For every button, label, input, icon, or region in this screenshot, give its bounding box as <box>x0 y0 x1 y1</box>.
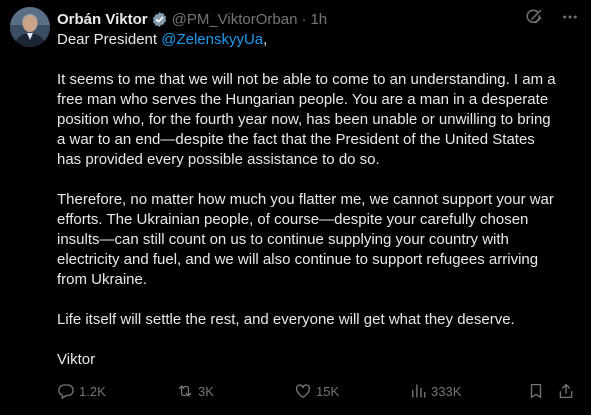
repost-button[interactable]: 3K <box>176 379 214 403</box>
like-count: 15K <box>316 383 340 399</box>
views-button[interactable]: 333K <box>409 379 461 403</box>
tweet-signature: Viktor <box>57 351 96 368</box>
like-button[interactable]: 15K <box>294 379 339 403</box>
greeting-line: Dear President @ZelenskyyUa, <box>57 30 577 50</box>
author-handle[interactable]: @PM_ViktorOrban <box>172 11 298 28</box>
greeting-prefix: Dear President <box>57 31 162 48</box>
tweet-paragraph: Life itself will settle the rest, and ev… <box>57 311 515 328</box>
tweet-header: Orbán Viktor @PM_ViktorOrban · 1h <box>57 9 327 29</box>
greeting-suffix: , <box>263 31 268 48</box>
tweet-paragraph: It seems to me that we will not be able … <box>57 71 556 168</box>
mention-link[interactable]: @ZelenskyyUa <box>161 31 263 48</box>
verified-badge-icon[interactable] <box>151 11 168 28</box>
avatar[interactable] <box>10 7 50 47</box>
bookmark-icon <box>527 382 545 400</box>
action-bar: 1.2K 3K 15K 333K <box>57 379 575 403</box>
author-name[interactable]: Orbán Viktor <box>57 11 148 28</box>
more-icon[interactable] <box>561 8 579 26</box>
post-timestamp[interactable]: 1h <box>310 11 327 28</box>
views-icon <box>409 382 427 400</box>
tweet-paragraph: Therefore, no matter how much you flatte… <box>57 191 554 288</box>
repost-count: 3K <box>198 383 214 399</box>
grok-icon[interactable] <box>525 8 543 26</box>
views-count: 333K <box>431 383 462 399</box>
share-button[interactable] <box>557 379 575 403</box>
reply-count: 1.2K <box>79 383 106 399</box>
like-icon <box>294 382 312 400</box>
share-icon <box>557 382 575 400</box>
tweet-top-actions <box>525 8 579 26</box>
reply-icon <box>57 382 75 400</box>
bookmark-button[interactable] <box>527 379 545 403</box>
tweet-text: Dear President @ZelenskyyUa, It seems to… <box>57 30 577 370</box>
repost-icon <box>176 382 194 400</box>
reply-button[interactable]: 1.2K <box>57 379 106 403</box>
header-separator: · <box>301 10 307 28</box>
